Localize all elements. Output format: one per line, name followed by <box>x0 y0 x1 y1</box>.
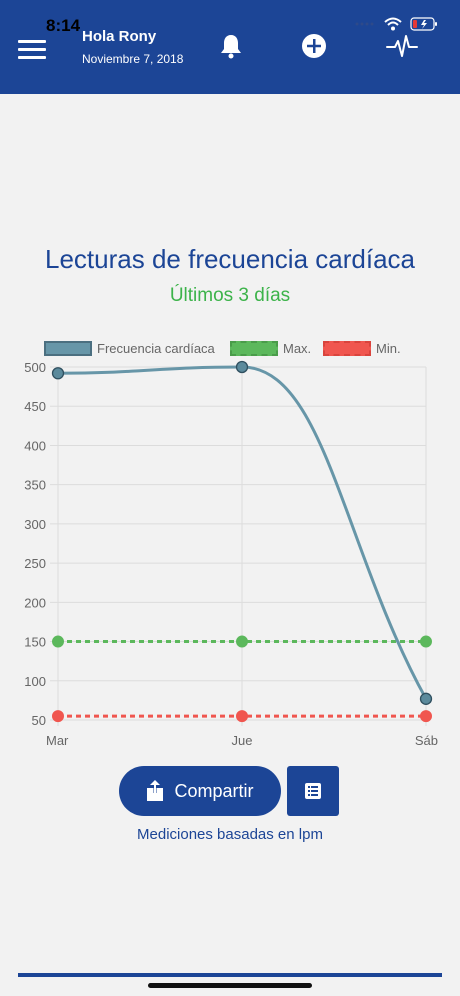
app-header: 8:14 Hola Rony Noviembre 7, 2018 <box>0 0 460 94</box>
y-tick-label: 300 <box>24 517 46 532</box>
share-icon <box>147 780 164 801</box>
y-tick-label: 450 <box>24 399 46 414</box>
y-tick-label: 350 <box>24 478 46 493</box>
status-icons <box>354 16 438 32</box>
share-button-label: Compartir <box>174 780 254 801</box>
plus-circle-icon[interactable] <box>300 32 328 60</box>
legend-swatch-heart-rate <box>44 340 92 356</box>
y-tick-label: 250 <box>24 556 46 571</box>
data-point-heart-rate <box>235 360 249 374</box>
y-tick-label: 500 <box>24 360 46 375</box>
data-point-heart-rate <box>51 367 65 380</box>
status-time: 8:14 <box>46 16 81 35</box>
legend-swatch-min <box>323 340 371 356</box>
home-indicator <box>148 983 312 988</box>
greeting: Hola Rony <box>82 28 157 45</box>
list-icon <box>305 783 321 799</box>
heart-rate-chart: 50 100 150 200 250 300 350 400 450 500 Mar Jue Sáb <box>24 360 438 748</box>
heartbeat-icon[interactable] <box>386 32 418 60</box>
data-point-max <box>236 635 248 648</box>
y-tick-label: 200 <box>24 595 46 610</box>
y-tick-label: 150 <box>24 635 46 650</box>
legend-label-min: Min. <box>376 340 401 356</box>
data-point-max <box>52 635 64 648</box>
bell-icon[interactable] <box>217 32 245 60</box>
bottom-divider <box>18 973 442 977</box>
signal-icon <box>355 22 374 26</box>
chart-title: Lecturas de frecuencia cardíaca <box>45 244 415 274</box>
x-tick-label: Jue <box>232 733 253 748</box>
legend-label-max: Max. <box>283 340 312 356</box>
data-point-min <box>236 710 248 723</box>
wifi-icon <box>384 17 402 31</box>
legend-swatch-max <box>230 340 278 356</box>
battery-icon <box>410 17 437 31</box>
data-point-min <box>52 710 64 723</box>
menu-icon <box>18 40 46 43</box>
chart-subtitle: Últimos 3 días <box>169 285 291 306</box>
x-tick-label: Sáb <box>415 733 438 748</box>
x-tick-label: Mar <box>46 733 69 748</box>
y-tick-label: 400 <box>24 438 46 453</box>
legend-label-heart-rate: Frecuencia cardíaca <box>97 340 215 356</box>
footer-note: Mediciones basadas en lpm <box>137 826 323 843</box>
data-point-min <box>420 710 432 723</box>
y-tick-label: 50 <box>32 713 46 728</box>
share-button[interactable]: Compartir <box>119 766 281 816</box>
header-date: Noviembre 7, 2018 <box>82 52 184 66</box>
data-point-max <box>420 635 432 648</box>
menu-button[interactable] <box>18 40 46 60</box>
y-tick-label: 100 <box>24 674 46 689</box>
data-point-heart-rate <box>419 692 433 705</box>
list-button[interactable] <box>287 766 339 816</box>
